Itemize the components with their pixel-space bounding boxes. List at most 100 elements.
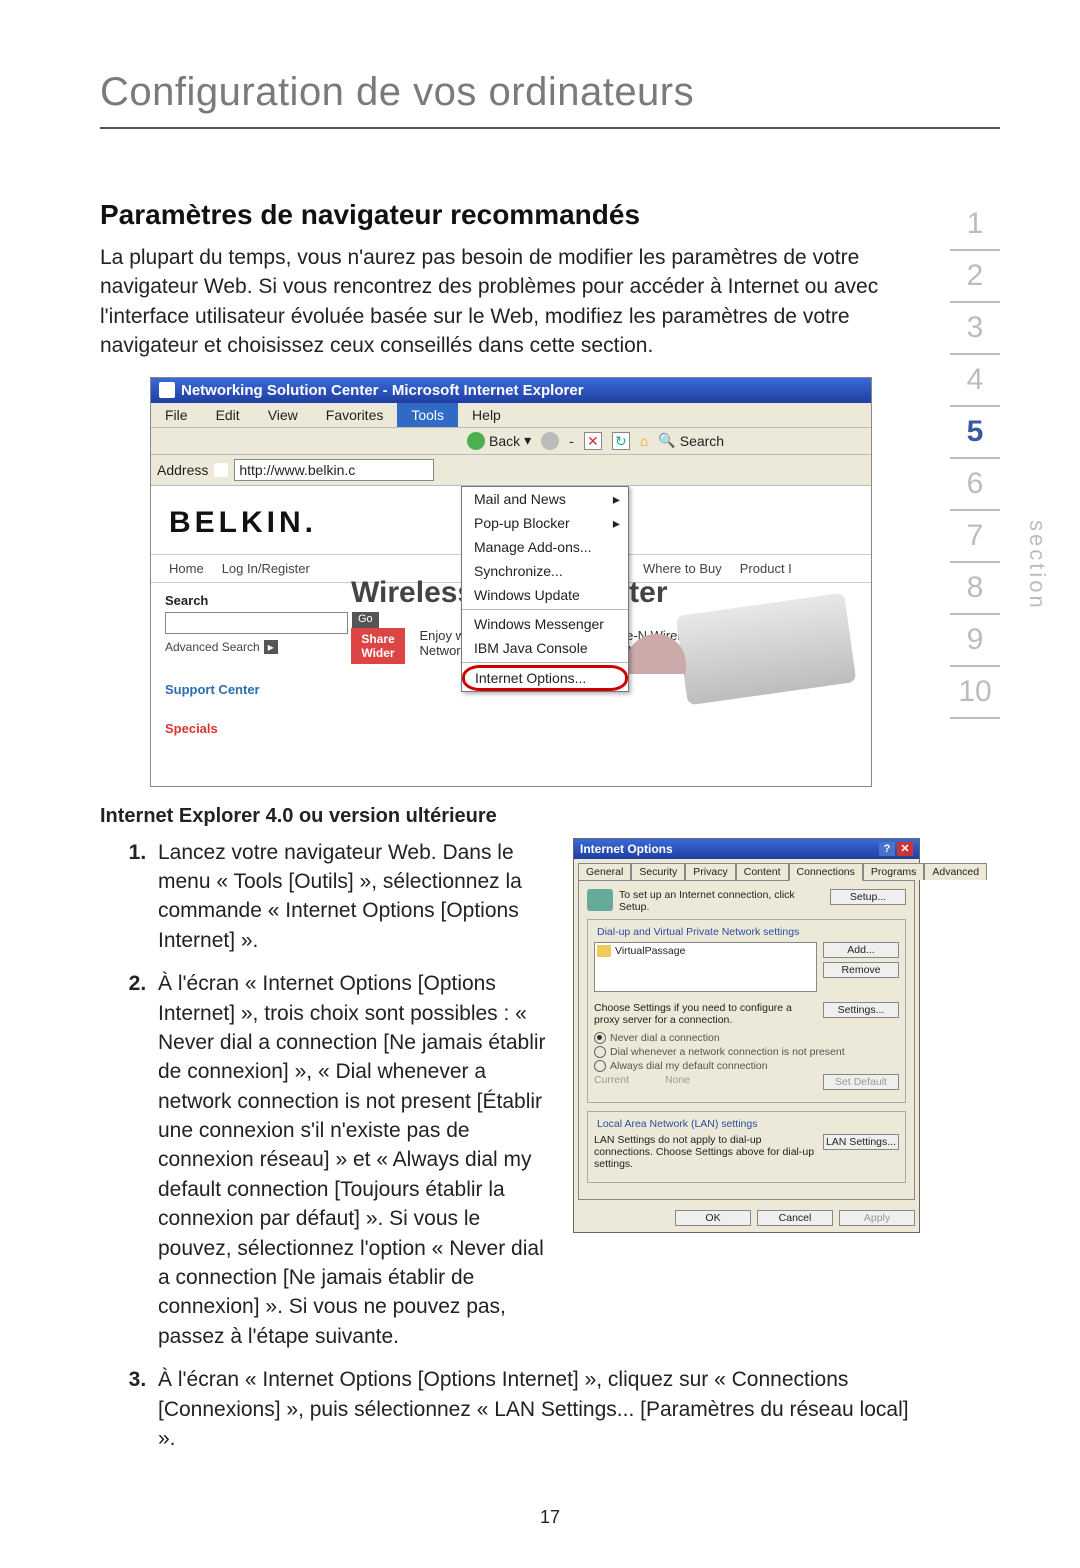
refresh-icon[interactable]: ↻ [612,432,630,450]
vpn-item[interactable]: VirtualPassage [597,945,814,957]
set-default-button: Set Default [823,1074,899,1090]
settings-text: Choose Settings if you need to configure… [594,1002,817,1026]
ie-titlebar: Networking Solution Center - Microsoft I… [151,378,871,403]
radio-icon [594,1060,606,1072]
current-value: None [665,1074,690,1086]
nav-home[interactable]: Home [169,561,204,576]
menu-sync[interactable]: Synchronize... [462,559,628,583]
step-3: À l'écran « Internet Options [Options In… [152,1365,920,1453]
setup-text: To set up an Internet connection, click … [619,889,824,913]
radio-dial-when-absent[interactable]: Dial whenever a network connection is no… [594,1046,899,1058]
page-icon [214,463,228,477]
section-label: section [1024,520,1050,611]
add-button[interactable]: Add... [823,942,899,958]
ie-menubar: File Edit View Favorites Tools Help [151,403,871,428]
stop-icon[interactable]: ✕ [584,432,602,450]
index-6[interactable]: 6 [950,459,1000,511]
index-7[interactable]: 7 [950,511,1000,563]
remove-button[interactable]: Remove [823,962,899,978]
address-field[interactable]: http://www.belkin.c [234,459,434,481]
document-page: Configuration de vos ordinateurs Paramèt… [0,0,1080,1568]
sub-heading: Internet Explorer 4.0 ou version ultérie… [100,805,920,828]
menu-file[interactable]: File [151,403,202,427]
radio-icon [594,1046,606,1058]
connections-listbox[interactable]: VirtualPassage [594,942,817,992]
radio-never-dial[interactable]: Never dial a connection [594,1032,899,1044]
index-1[interactable]: 1 [950,199,1000,251]
steps-list-cont: À l'écran « Internet Options [Options In… [100,1365,920,1453]
steps-list: Lancez votre navigateur Web. Dans le men… [100,838,553,1352]
ie-app-icon [159,382,175,398]
help-icon[interactable]: ? [879,842,895,856]
tab-security[interactable]: Security [631,863,685,880]
menu-view[interactable]: View [254,403,312,427]
tab-connections[interactable]: Connections [789,863,863,881]
ie-toolbar: Back ▾ - ✕ ↻ ⌂ 🔍Search [151,428,871,455]
dialog-titlebar: Internet Options ? ✕ [574,839,919,859]
menu-update[interactable]: Windows Update [462,583,628,607]
dialup-fieldset-label: Dial-up and Virtual Private Network sett… [594,926,802,938]
specials-link[interactable]: Specials [165,721,345,736]
section-index: 1 2 3 4 5 6 7 8 9 10 [950,199,1000,1467]
ie-page-body: Mail and News Pop-up Blocker Manage Add-… [151,486,871,786]
index-9[interactable]: 9 [950,615,1000,667]
support-center-link[interactable]: Support Center [165,682,345,697]
nav-login[interactable]: Log In/Register [222,561,310,576]
menu-java[interactable]: IBM Java Console [462,636,628,660]
menu-popup[interactable]: Pop-up Blocker [462,511,628,535]
tab-content[interactable]: Content [736,863,789,880]
tab-advanced[interactable]: Advanced [924,863,987,880]
home-icon[interactable]: ⌂ [640,433,648,449]
nav-where[interactable]: Where to Buy [643,561,722,576]
dialog-tabs: General Security Privacy Content Connect… [574,859,919,880]
index-4[interactable]: 4 [950,355,1000,407]
search-icon: 🔍 [658,432,675,449]
main-content: Paramètres de navigateur recommandés La … [100,199,920,1467]
menu-messenger[interactable]: Windows Messenger [462,612,628,636]
radio-always-dial[interactable]: Always dial my default connection [594,1060,899,1072]
belkin-search-input[interactable] [165,612,348,634]
back-button[interactable]: Back ▾ [467,432,531,450]
menu-mail[interactable]: Mail and News [462,487,628,511]
step-2: À l'écran « Internet Options [Options In… [152,969,553,1351]
globe-icon [587,889,613,911]
section-heading: Paramètres de navigateur recommandés [100,199,920,231]
tab-general[interactable]: General [578,863,631,880]
lan-fieldset-label: Local Area Network (LAN) settings [594,1118,760,1130]
index-8[interactable]: 8 [950,563,1000,615]
close-icon[interactable]: ✕ [897,842,913,856]
tools-dropdown-menu: Mail and News Pop-up Blocker Manage Add-… [461,486,629,692]
index-5[interactable]: 5 [950,407,1000,459]
radio-icon [594,1032,606,1044]
forward-icon[interactable] [541,432,559,450]
ok-button[interactable]: OK [675,1210,751,1226]
page-number: 17 [100,1507,1000,1528]
menu-edit[interactable]: Edit [202,403,254,427]
search-button[interactable]: 🔍Search [658,432,724,449]
settings-button[interactable]: Settings... [823,1002,899,1018]
advanced-search[interactable]: Advanced Search▸ [165,640,345,654]
index-10[interactable]: 10 [950,667,1000,719]
menu-internet-options[interactable]: Internet Options... [462,665,628,691]
menu-addons[interactable]: Manage Add-ons... [462,535,628,559]
step-1: Lancez votre navigateur Web. Dans le men… [152,838,553,956]
index-2[interactable]: 2 [950,251,1000,303]
menu-tools[interactable]: Tools [397,403,458,427]
ie-address-bar: Address http://www.belkin.c [151,455,871,486]
tab-privacy[interactable]: Privacy [685,863,735,880]
menu-favorites[interactable]: Favorites [312,403,398,427]
lan-settings-button[interactable]: LAN Settings... [823,1134,899,1150]
address-label: Address [157,462,208,478]
search-label: Search [165,593,345,608]
index-3[interactable]: 3 [950,303,1000,355]
tab-programs[interactable]: Programs [863,863,925,880]
menu-help[interactable]: Help [458,403,515,427]
dialog-title: Internet Options [580,842,673,856]
nav-product[interactable]: Product I [740,561,792,576]
current-label: Current [594,1074,629,1086]
lan-text: LAN Settings do not apply to dial-up con… [594,1134,817,1170]
apply-button: Apply [839,1210,915,1226]
cancel-button[interactable]: Cancel [757,1210,833,1226]
connection-icon [597,945,611,957]
setup-button[interactable]: Setup... [830,889,906,905]
